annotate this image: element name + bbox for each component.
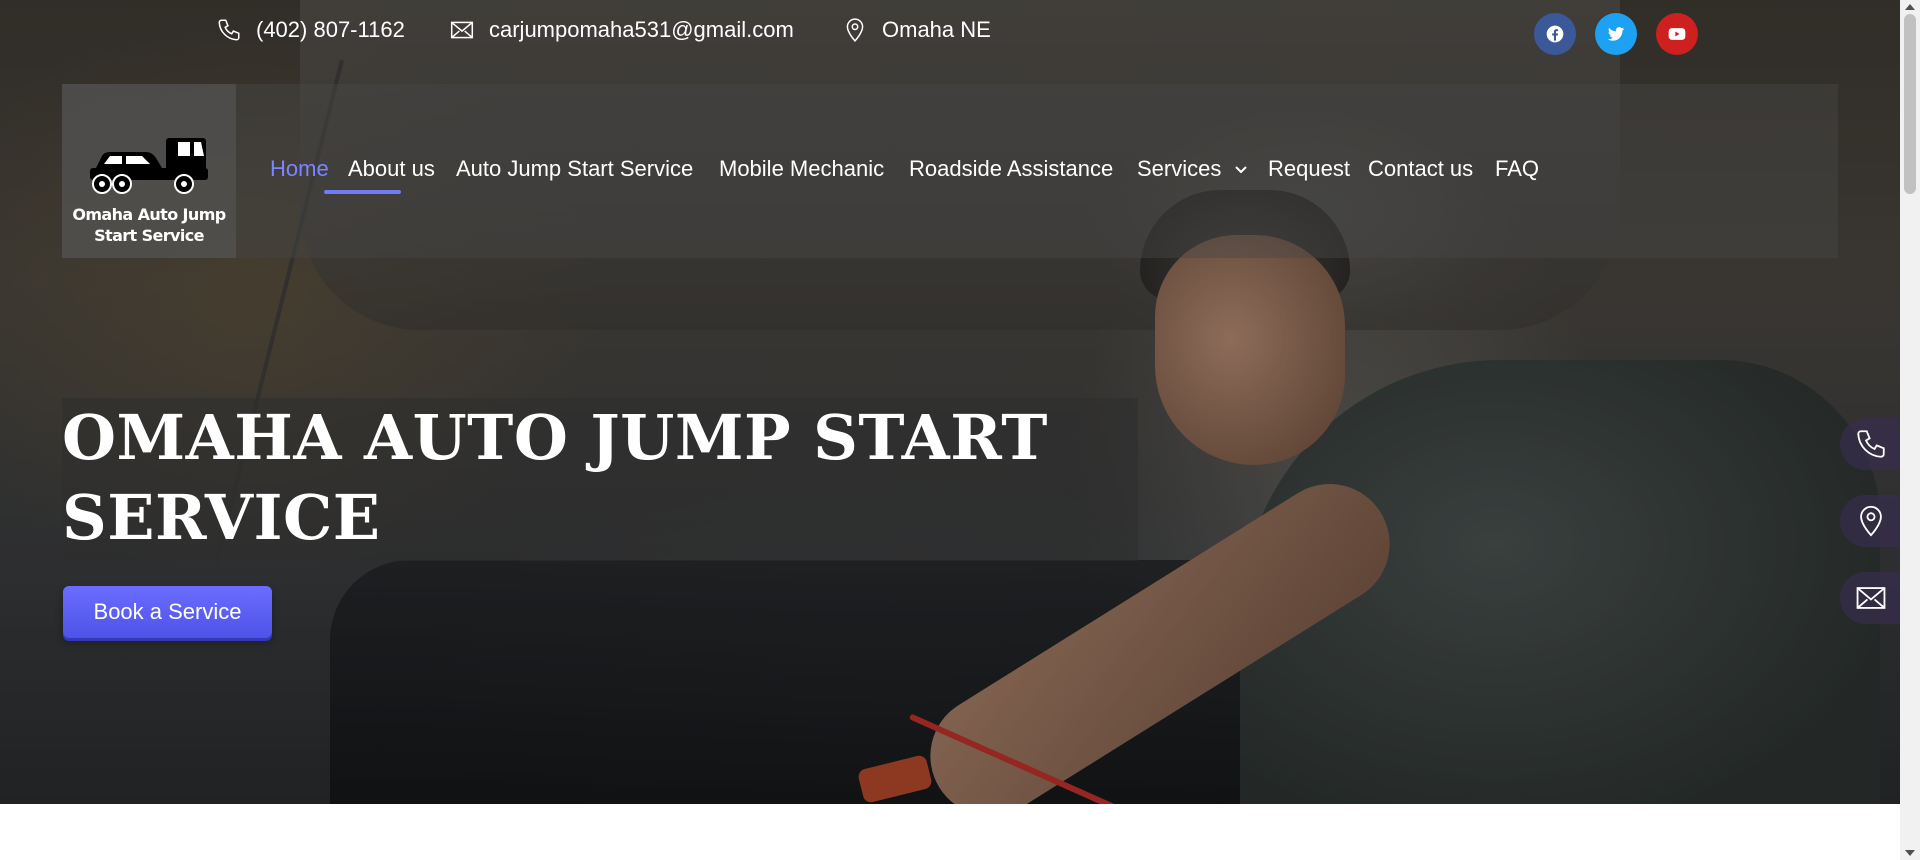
scrollbar-thumb[interactable] [1904, 14, 1916, 194]
nav-auto-jump-start-service[interactable]: Auto Jump Start Service [456, 156, 693, 182]
facebook-icon [1546, 25, 1564, 43]
nav-contact-us[interactable]: Contact us [1368, 156, 1473, 182]
floating-location-button[interactable] [1840, 495, 1904, 547]
site-logo[interactable]: Omaha Auto Jump Start Service [62, 84, 236, 258]
map-pin-icon [846, 18, 864, 42]
phone-number: (402) 807-1162 [256, 17, 405, 42]
nav-services[interactable]: Services [1137, 156, 1249, 182]
map-pin-icon [1860, 505, 1882, 537]
nav-services-label: Services [1137, 156, 1222, 181]
nav-about-us[interactable]: About us [348, 156, 435, 182]
nav-roadside-assistance[interactable]: Roadside Assistance [909, 156, 1113, 182]
tow-truck-icon [90, 138, 208, 194]
youtube-icon [1668, 28, 1686, 40]
floating-phone-button[interactable] [1840, 418, 1904, 470]
scroll-down-arrow[interactable] [1905, 850, 1915, 856]
page-scrollbar[interactable] [1900, 0, 1920, 860]
scroll-up-arrow[interactable] [1905, 4, 1915, 10]
email-address: carjumpomaha531@gmail.com [489, 17, 794, 42]
phone-icon [218, 19, 240, 41]
twitter-icon [1607, 27, 1625, 41]
nav-active-indicator [324, 190, 401, 194]
envelope-icon [1856, 587, 1886, 609]
phone-icon [1857, 430, 1885, 458]
phone-link[interactable]: (402) 807-1162 [216, 17, 405, 43]
top-contact-bar: (402) 807-1162 carjumpomaha531@gmail.com… [0, 0, 1900, 66]
main-navigation: Omaha Auto Jump Start Service Home About… [62, 84, 1838, 258]
book-service-button[interactable]: Book a Service [63, 586, 272, 638]
twitter-button[interactable] [1595, 13, 1637, 55]
floating-email-button[interactable] [1840, 572, 1904, 624]
envelope-icon [450, 21, 474, 39]
youtube-button[interactable] [1656, 13, 1698, 55]
hero-title: OMAHA AUTO JUMP START SERVICE [62, 401, 1048, 554]
nav-home[interactable]: Home [270, 156, 329, 182]
nav-faq[interactable]: FAQ [1495, 156, 1539, 182]
location-text: Omaha NE [882, 17, 991, 42]
nav-mobile-mechanic[interactable]: Mobile Mechanic [719, 156, 884, 182]
chevron-down-icon [1235, 166, 1248, 174]
logo-text: Omaha Auto Jump Start Service [72, 205, 226, 245]
location-link[interactable]: Omaha NE [842, 17, 991, 43]
email-link[interactable]: carjumpomaha531@gmail.com [449, 17, 794, 43]
nav-request[interactable]: Request [1268, 156, 1350, 182]
facebook-button[interactable] [1534, 13, 1576, 55]
